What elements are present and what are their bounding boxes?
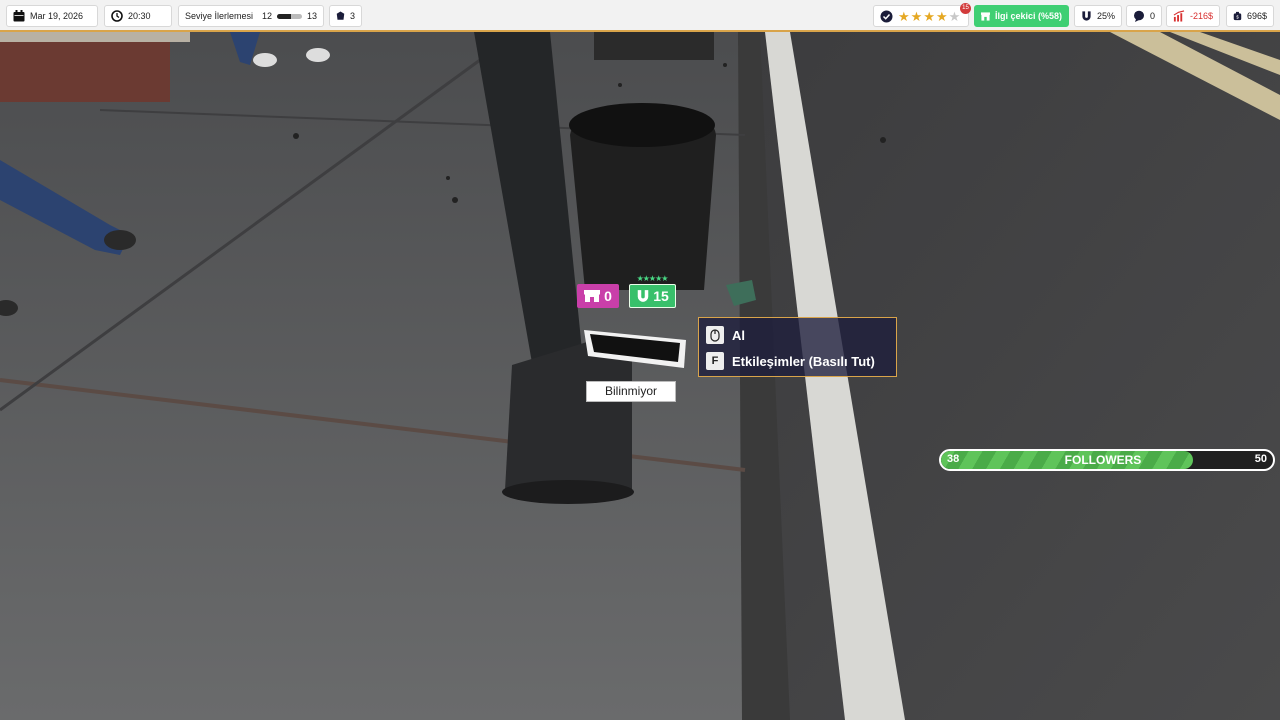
store-count: 3 <box>349 11 355 21</box>
star-icon: ★ <box>948 8 961 24</box>
date-chip: Mar 19, 2026 <box>6 5 98 27</box>
verified-icon <box>880 10 893 22</box>
rating-stars: ★ ★ ★ ★ ★ <box>898 10 960 23</box>
interactions-action-label: Etkileşimler (Basılı Tut) <box>732 353 875 369</box>
level-progress-bar <box>277 13 302 19</box>
level-next: 13 <box>306 11 317 21</box>
top-hud: Mar 19, 2026 20:30 Seviye İlerlemesi 12 … <box>0 0 1280 32</box>
star-icon: ★ <box>923 8 935 24</box>
item-appeal-value: 15 <box>653 288 669 304</box>
rating-badge: 15 <box>960 3 971 14</box>
level-progress-fill <box>277 13 291 19</box>
pickup-action[interactable]: Al <box>706 322 896 348</box>
date-text: Mar 19, 2026 <box>30 11 84 21</box>
money-value: 696$ <box>1246 11 1267 21</box>
star-icon: ★ <box>910 8 923 24</box>
pickup-action-label: Al <box>732 327 745 343</box>
item-name-label[interactable]: Bilinmiyor <box>586 381 676 402</box>
level-current: 12 <box>262 11 273 21</box>
star-icon: ★ <box>898 8 910 24</box>
f-key: F <box>706 352 724 370</box>
calendar-icon <box>13 10 25 22</box>
trend-value: -216$ <box>1189 11 1213 21</box>
store-demand-tag: 0 <box>577 284 619 308</box>
interactions-action[interactable]: F Etkileşimler (Basılı Tut) <box>706 348 896 374</box>
store-demand-value: 0 <box>604 288 612 304</box>
magnet-icon <box>637 290 649 302</box>
store-icon <box>336 11 345 20</box>
bubble-count: 0 <box>1149 11 1155 21</box>
appeal-chip: İlgi çekici (%58) <box>974 5 1069 27</box>
store-chip: 3 <box>329 5 362 27</box>
bubble-chip: 0 <box>1126 5 1162 27</box>
game-scene <box>0 0 1280 720</box>
interaction-prompt: Al F Etkileşimler (Basılı Tut) <box>698 317 897 377</box>
mouse-icon <box>706 326 724 344</box>
appeal-text: İlgi çekici (%58) <box>994 11 1062 21</box>
chat-bubble-icon <box>1133 10 1144 22</box>
time-chip: 20:30 <box>104 5 172 27</box>
rating-chip: ★ ★ ★ ★ ★ 15 <box>873 3 971 27</box>
magnet-chip: 25% <box>1074 5 1122 27</box>
trend-chip: -216$ <box>1166 5 1220 27</box>
store-front-icon <box>584 290 601 302</box>
item-appeal-tag: 15 <box>629 284 676 308</box>
clock-icon <box>111 10 123 22</box>
money-chip: $ 696$ <box>1226 5 1274 27</box>
store-front-icon <box>981 11 990 21</box>
level-progress-chip: Seviye İlerlemesi 12 13 <box>178 5 324 27</box>
level-progress-label: Seviye İlerlemesi <box>185 11 254 21</box>
chart-trend-icon <box>1173 10 1185 22</box>
followers-progress-bar: 38 FOLLOWERS 50 <box>939 449 1275 471</box>
followers-label: FOLLOWERS <box>1064 453 1142 467</box>
star-icon: ★ <box>935 8 948 24</box>
money-bag-icon: $ <box>1233 11 1242 21</box>
item-quality-stars: ★★★★★ <box>636 274 669 283</box>
followers-target: 50 <box>1254 453 1267 465</box>
time-text: 20:30 <box>128 11 151 21</box>
magnet-icon <box>1082 11 1091 21</box>
magnet-percent: 25% <box>1096 11 1115 21</box>
